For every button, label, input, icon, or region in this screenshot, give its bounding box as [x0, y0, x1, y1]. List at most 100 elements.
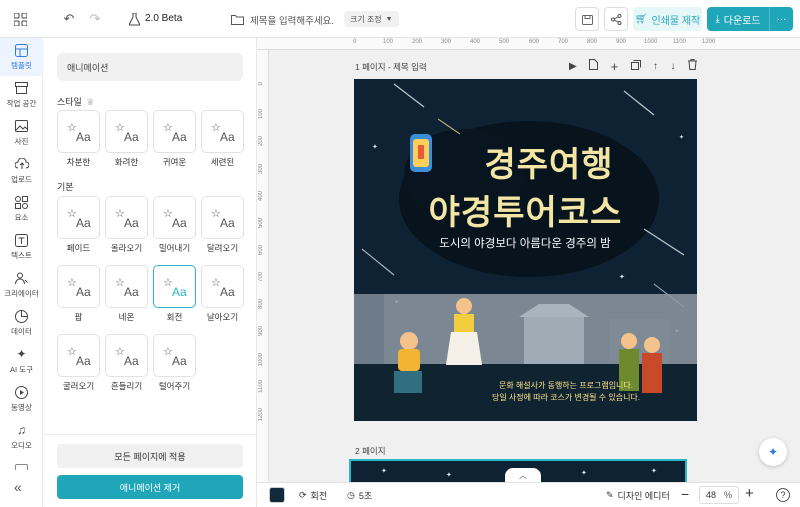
- save-cloud-button[interactable]: [575, 7, 599, 31]
- zoom-input[interactable]: 48 %: [699, 486, 739, 504]
- ruler-tick: 1100: [673, 39, 686, 45]
- rail-item-template[interactable]: 템플릿: [0, 38, 43, 76]
- pen-icon: ✎: [606, 490, 614, 500]
- share-icon: [610, 13, 621, 25]
- zoom-in-button[interactable]: +: [745, 485, 754, 502]
- rotate-button[interactable]: ⟳ 회전: [299, 489, 327, 502]
- page1-label[interactable]: 1 페이지 - 제목 입력: [355, 61, 427, 73]
- audio-icon: ♫: [17, 423, 26, 437]
- page-add-icon[interactable]: [589, 59, 599, 73]
- move-up-icon[interactable]: ↑: [653, 61, 658, 72]
- anim-card-cute[interactable]: ☆ Aa: [153, 110, 196, 153]
- print-order-button[interactable]: 🛒︎ 인쇄물 제작: [633, 7, 702, 31]
- move-down-icon[interactable]: ↓: [670, 61, 675, 72]
- ruler-tick: 300: [441, 39, 452, 45]
- anim-card-rise[interactable]: ☆ Aa: [105, 196, 148, 239]
- duplicate-icon[interactable]: [630, 59, 641, 73]
- rail-item-elements[interactable]: 요소: [0, 190, 43, 228]
- play-icon[interactable]: ▶: [569, 61, 577, 72]
- size-adjust-dropdown[interactable]: 크기 조정 ▼: [344, 11, 399, 27]
- rail-item-creator[interactable]: 크리에이터: [0, 266, 43, 304]
- creator-icon: [15, 271, 29, 285]
- search-input[interactable]: 애니메이션: [57, 53, 243, 81]
- anim-preview-glyph: Aa: [220, 285, 235, 299]
- canvas-area[interactable]: 0 100 200 300 400 500 600 700 800 900 10…: [257, 38, 800, 482]
- page-toolbar: ▶ + ↑ ↓: [569, 59, 697, 74]
- poster-title-line1[interactable]: 경주여행: [449, 137, 649, 186]
- folder-icon[interactable]: [230, 12, 244, 26]
- left-rail: 템플릿 작업 공간 사진 업로드 요소 텍스트 크리에이터 데이터 ✦ AI 도…: [0, 38, 43, 507]
- poster-title-line2[interactable]: 야경투어코스: [394, 185, 657, 234]
- duration-button[interactable]: ◷ 5초: [347, 489, 372, 502]
- page2-label[interactable]: 2 페이지: [355, 445, 386, 457]
- ruler-tick: 1200: [702, 39, 716, 45]
- rail-item-data[interactable]: 데이터: [0, 304, 43, 342]
- photo-icon: [15, 119, 29, 133]
- poster-note-line2[interactable]: 당일 사정에 따라 코스가 변경될 수 있습니다.: [450, 392, 682, 403]
- anim-label: 밀어내기: [158, 243, 191, 253]
- anim-card-push[interactable]: ☆ Aa: [153, 196, 196, 239]
- anim-card-pop[interactable]: ☆ Aa: [57, 265, 100, 308]
- zoom-out-button[interactable]: −: [681, 486, 689, 502]
- crown-icon: ♛: [86, 97, 95, 107]
- redo-icon[interactable]: ↷: [88, 11, 102, 27]
- anim-card-neon[interactable]: ☆ Aa: [105, 265, 148, 308]
- anim-card-sophisticated[interactable]: ☆ Aa: [201, 110, 244, 153]
- download-icon: ⤓: [715, 13, 720, 25]
- anim-card-roll[interactable]: ☆ Aa: [57, 334, 100, 377]
- rail-item-video[interactable]: 동영상: [0, 380, 43, 418]
- apps-grid-icon[interactable]: [12, 11, 28, 27]
- style-section-title: 스타일 ♛: [57, 95, 94, 108]
- anim-preview-glyph: Aa: [124, 216, 139, 230]
- ruler-tick: 600: [529, 39, 540, 45]
- cloud-save-icon: [581, 14, 593, 25]
- ruler-tick: 600: [258, 245, 264, 256]
- rail-item-ai-tools[interactable]: ✦ AI 도구: [0, 342, 43, 380]
- anim-card-shake[interactable]: ☆ Aa: [105, 334, 148, 377]
- ruler-tick: 700: [558, 39, 569, 45]
- anim-preview-glyph: Aa: [172, 285, 187, 299]
- plus-icon[interactable]: +: [611, 59, 619, 74]
- rail-label: 업로드: [11, 175, 32, 184]
- more-button[interactable]: ···: [769, 7, 793, 31]
- download-label: 다운로드: [723, 15, 761, 27]
- ai-tools-icon: ✦: [16, 347, 27, 361]
- help-button[interactable]: ?: [776, 488, 790, 502]
- chevron-down-icon: ▼: [385, 15, 393, 23]
- anim-label: 흔들리기: [110, 381, 143, 391]
- rail-item-upload[interactable]: 업로드: [0, 152, 43, 190]
- apply-all-pages-button[interactable]: 모든 페이지에 적용: [57, 444, 243, 468]
- sparkle-icon: ✦: [767, 445, 779, 459]
- share-button[interactable]: [604, 7, 628, 31]
- remove-animation-button[interactable]: 애니메이션 제거: [57, 475, 243, 499]
- collapse-rail-button[interactable]: «: [14, 479, 22, 495]
- title-input[interactable]: 제목을 입력해주세요.: [250, 13, 334, 27]
- poster-subtitle[interactable]: 도시의 야경보다 아름다운 경주의 밤: [414, 235, 636, 251]
- ruler-tick: 300: [258, 164, 264, 175]
- anim-card-rotate[interactable]: ☆ Aa: [153, 265, 196, 308]
- poster-page1[interactable]: ✦ ✦ ✦ ✦ ✦ 경주여행 야경투어코스: [354, 79, 697, 421]
- anim-card-shakeoff[interactable]: ☆ Aa: [153, 334, 196, 377]
- rail-item-audio[interactable]: ♫ 오디오: [0, 418, 43, 456]
- panel-divider: [43, 434, 257, 435]
- anim-card-fade[interactable]: ☆ Aa: [57, 196, 100, 239]
- background-color-swatch[interactable]: [269, 487, 285, 503]
- poster-note-line1[interactable]: 문화 해설사가 동행하는 프로그램입니다.: [450, 380, 682, 391]
- version-label: 2.0 Beta: [145, 13, 183, 24]
- anim-card-fly[interactable]: ☆ Aa: [201, 265, 244, 308]
- rail-item-workspace[interactable]: 작업 공간: [0, 76, 43, 114]
- anim-card-calm[interactable]: ☆ Aa: [57, 110, 100, 153]
- anim-card-fancy[interactable]: ☆ Aa: [105, 110, 148, 153]
- anim-label: 회전: [166, 312, 183, 322]
- page-collapse-tab[interactable]: ︿: [505, 468, 541, 482]
- anim-card-run[interactable]: ☆ Aa: [201, 196, 244, 239]
- rail-item-text[interactable]: 텍스트: [0, 228, 43, 266]
- design-editor-label: 디자인 에디터: [617, 491, 670, 501]
- ai-assistant-button[interactable]: ✦: [759, 438, 787, 466]
- design-editor-button[interactable]: ✎ 디자인 에디터: [606, 489, 670, 502]
- rail-item-photo[interactable]: 사진: [0, 114, 43, 152]
- trash-icon[interactable]: [687, 59, 697, 73]
- download-button[interactable]: ⤓ 다운로드: [707, 7, 769, 31]
- rail-label: 사진: [14, 137, 29, 146]
- undo-icon[interactable]: ↶: [62, 11, 76, 27]
